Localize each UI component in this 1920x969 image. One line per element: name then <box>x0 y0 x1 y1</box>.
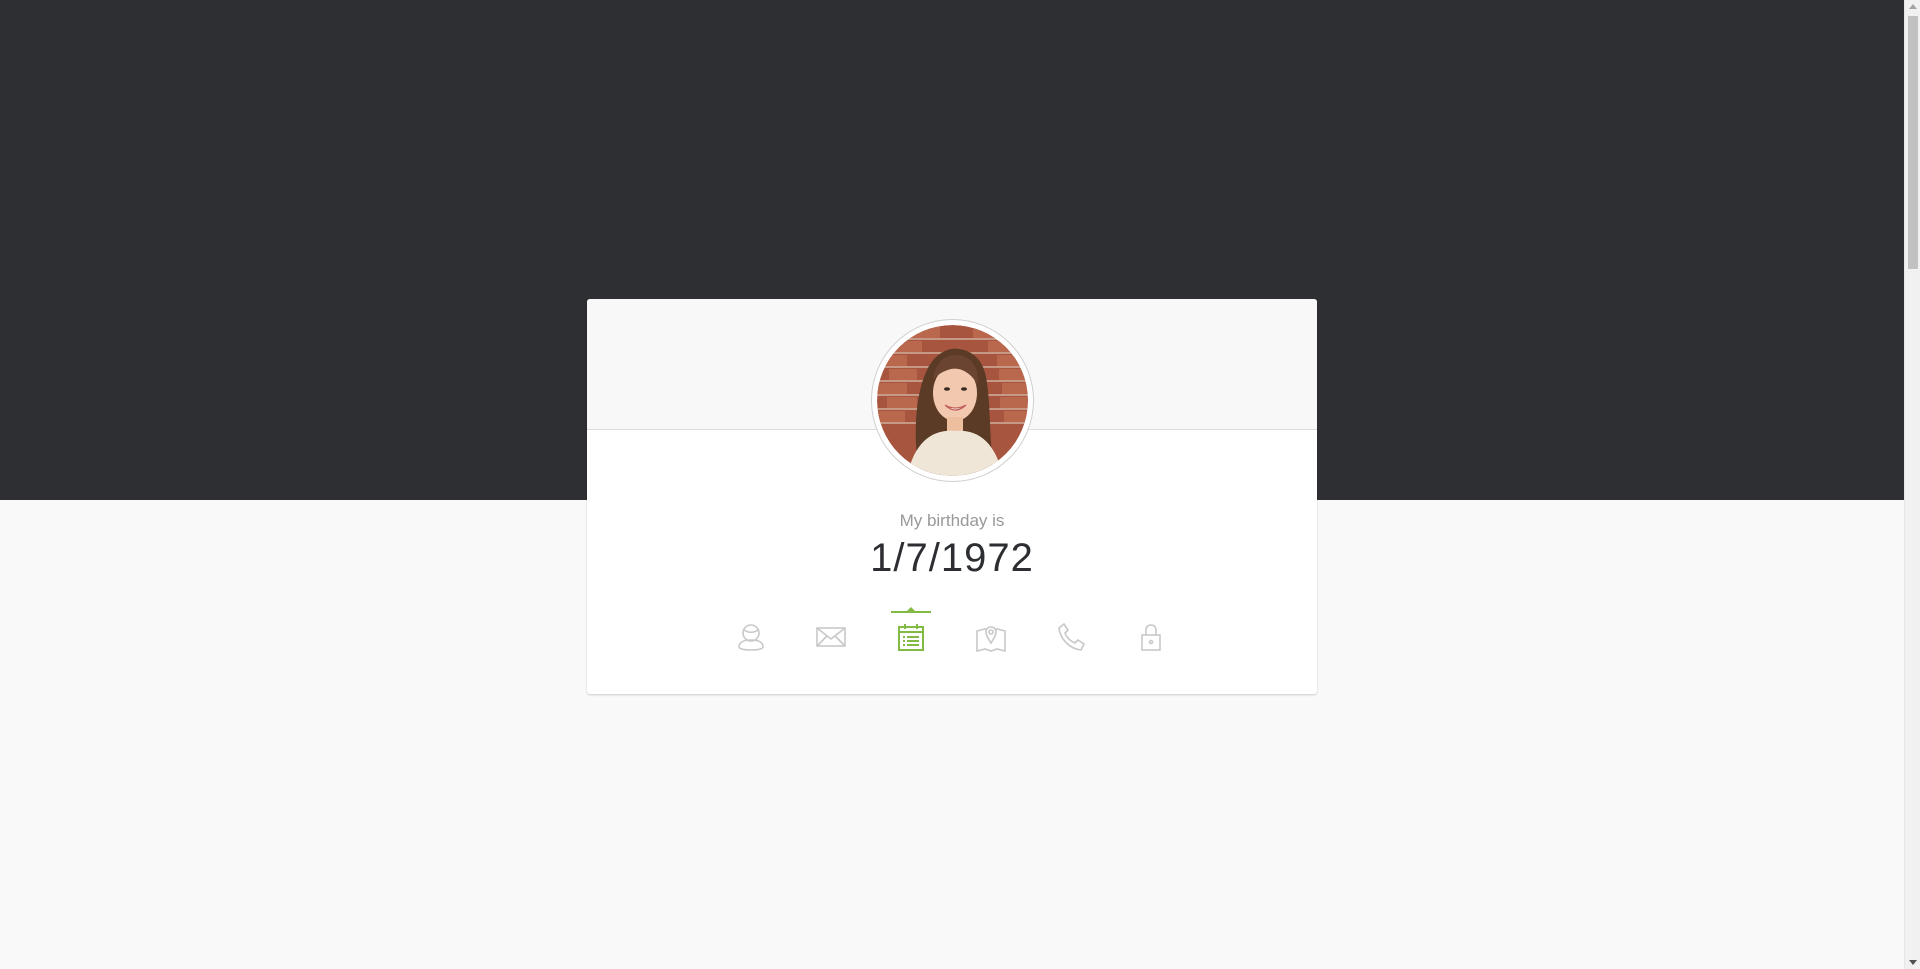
map-icon <box>976 626 1006 653</box>
envelope-icon <box>816 627 846 647</box>
field-value: 1/7/1972 <box>870 536 1034 580</box>
tab-name[interactable] <box>731 611 771 661</box>
scroll-down-arrow-icon[interactable] <box>1909 960 1917 965</box>
vertical-scrollbar[interactable] <box>1904 0 1920 969</box>
avatar <box>871 319 1034 482</box>
scroll-thumb[interactable] <box>1908 16 1918 269</box>
field-selector <box>587 607 1317 661</box>
avatar-photo <box>877 325 1028 476</box>
tab-password[interactable] <box>1131 611 1171 661</box>
profile-card: My birthday is 1/7/1972 <box>587 299 1317 694</box>
phone-icon <box>1058 622 1086 651</box>
tab-birthday[interactable] <box>891 607 931 661</box>
user-icon <box>738 624 764 651</box>
tab-phone[interactable] <box>1051 611 1091 661</box>
lock-icon <box>1141 624 1161 651</box>
tab-location[interactable] <box>971 611 1011 661</box>
tab-email[interactable] <box>811 611 851 661</box>
field-label: My birthday is <box>899 511 1005 530</box>
scroll-up-arrow-icon[interactable] <box>1909 4 1917 9</box>
calendar-icon <box>898 624 924 651</box>
